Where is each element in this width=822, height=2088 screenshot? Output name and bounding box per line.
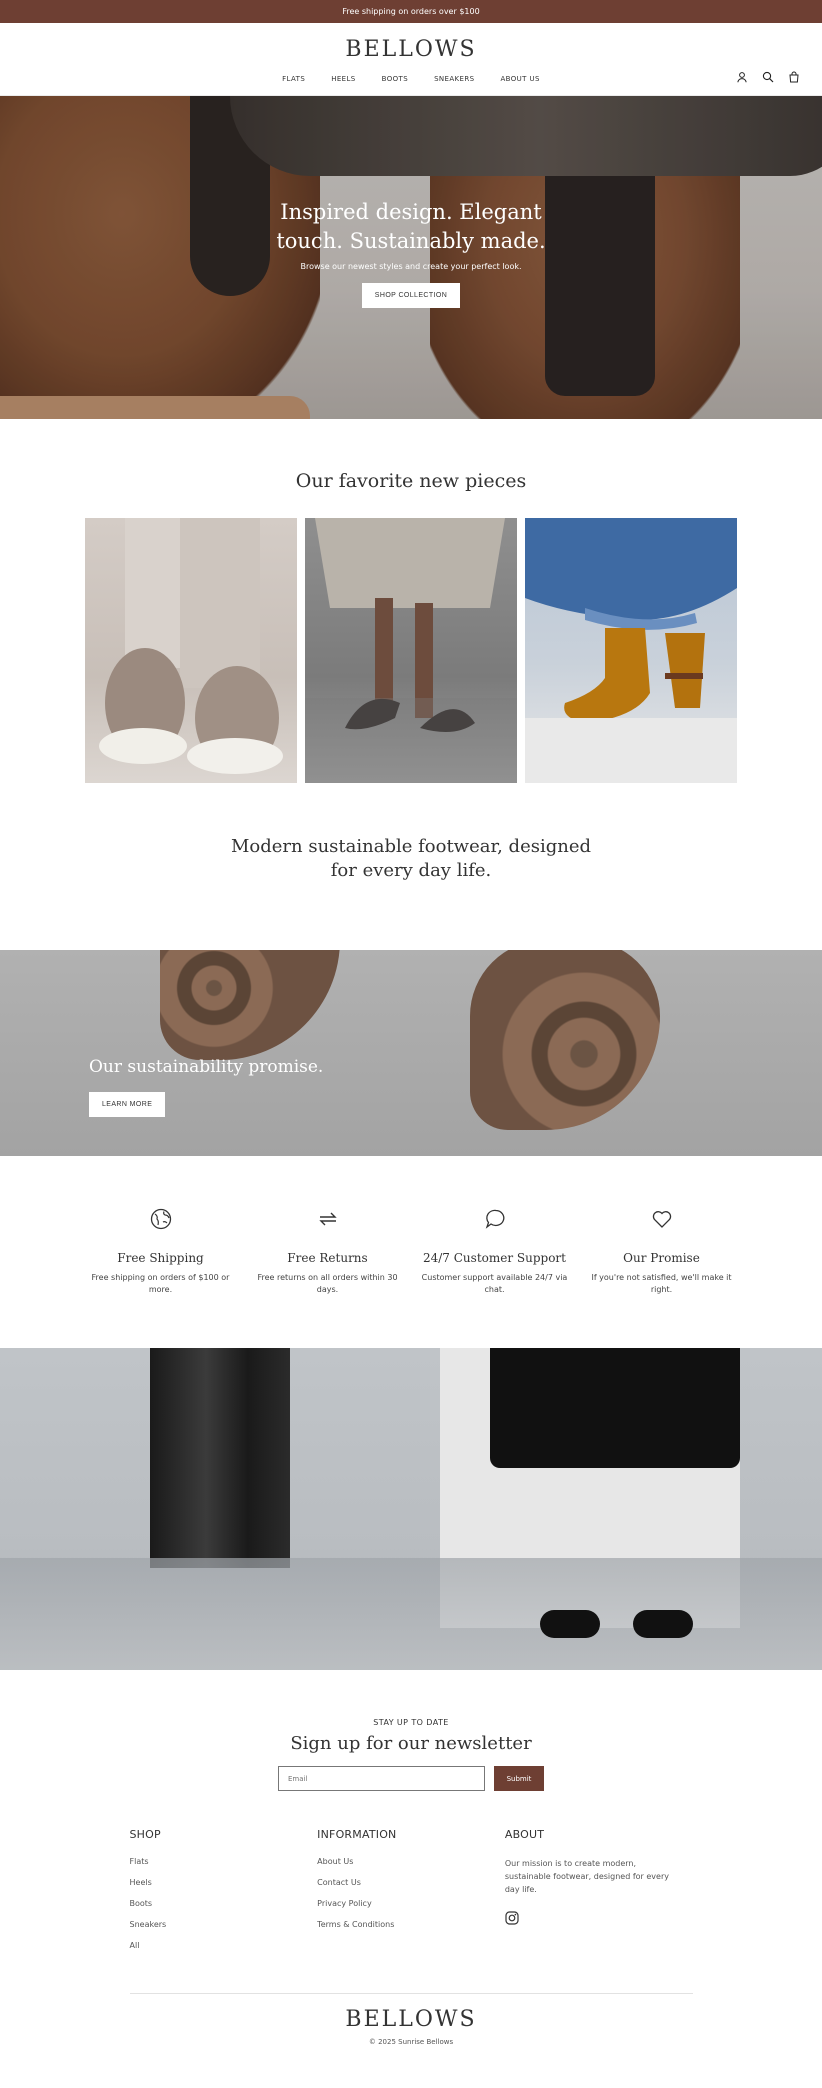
footer-link-sneakers[interactable]: Sneakers bbox=[130, 1920, 318, 1929]
features-section: Free Shipping Free shipping on orders of… bbox=[0, 1156, 822, 1348]
feature-free-returns: Free Returns Free returns on all orders … bbox=[244, 1208, 411, 1296]
footer-about-text: Our mission is to create modern, sustain… bbox=[504, 1859, 669, 1894]
chat-icon bbox=[411, 1208, 578, 1230]
hero-content: Inspired design. Elegant touch. Sustaina… bbox=[0, 198, 822, 308]
gallery-image-leather-pants bbox=[150, 1348, 290, 1568]
feature-title: Free Shipping bbox=[117, 1251, 204, 1265]
mission-section: Modern sustainable footwear, designed fo… bbox=[0, 783, 822, 950]
footer-link-privacy-policy[interactable]: Privacy Policy bbox=[317, 1899, 505, 1908]
feature-our-promise: Our Promise If you're not satisfied, we'… bbox=[578, 1208, 745, 1296]
returns-icon bbox=[244, 1208, 411, 1230]
footer-shop-heading: SHOP bbox=[129, 1828, 161, 1841]
footer-information-heading: INFORMATION bbox=[317, 1828, 397, 1841]
footer-information-column: INFORMATION About Us Contact Us Privacy … bbox=[317, 1828, 505, 1950]
hero-title-line-1: Inspired design. Elegant bbox=[280, 200, 542, 224]
banner-image-heel-left bbox=[160, 950, 340, 1060]
header-icons: 0 bbox=[736, 68, 804, 110]
hero-title-line-2: touch. Sustainably made. bbox=[276, 229, 546, 253]
feature-free-shipping: Free Shipping Free shipping on orders of… bbox=[77, 1208, 244, 1296]
footer-logo[interactable]: BELLOWS bbox=[130, 2007, 693, 2032]
nav-heels[interactable]: HEELS bbox=[331, 75, 355, 83]
hero-subtitle: Browse our newest styles and create your… bbox=[300, 262, 522, 271]
nav-flats[interactable]: FLATS bbox=[282, 75, 305, 83]
nav-about-us[interactable]: ABOUT US bbox=[500, 75, 539, 83]
gallery-image-skirt bbox=[490, 1348, 740, 1468]
footer-link-terms[interactable]: Terms & Conditions bbox=[317, 1920, 505, 1929]
footer-divider bbox=[129, 1993, 693, 1994]
footer-shop-column: SHOP Flats Heels Boots Sneakers All bbox=[130, 1828, 318, 1950]
site-footer: SHOP Flats Heels Boots Sneakers All INFO… bbox=[129, 1828, 693, 2088]
gallery-image-sandal-left bbox=[540, 1610, 600, 1638]
shop-collection-button[interactable]: SHOP COLLECTION bbox=[361, 283, 461, 308]
banner-title: Our sustainability promise. bbox=[89, 1057, 324, 1077]
footer-link-heels[interactable]: Heels bbox=[130, 1878, 318, 1887]
email-input[interactable] bbox=[278, 1766, 485, 1791]
favorites-title: Our favorite new pieces bbox=[295, 470, 527, 492]
copyright-text: © 2025 Sunrise Bellows bbox=[368, 2038, 454, 2046]
banner-content: Our sustainability promise. LEARN MORE bbox=[89, 1057, 323, 1117]
mission-statement: Modern sustainable footwear, designed fo… bbox=[0, 835, 822, 883]
newsletter-section: STAY UP TO DATE Sign up for our newslett… bbox=[0, 1670, 822, 1791]
main-nav: FLATS HEELS BOOTS SNEAKERS ABOUT US bbox=[0, 75, 822, 83]
mission-line-2: for every day life. bbox=[330, 860, 492, 881]
favorites-grid bbox=[0, 518, 822, 783]
product-card-sneakers[interactable] bbox=[85, 518, 297, 783]
feature-text: Free returns on all orders within 30 day… bbox=[257, 1273, 398, 1294]
newsletter-title: Sign up for our newsletter bbox=[290, 1733, 532, 1754]
banner-image-heel-right bbox=[470, 950, 660, 1130]
footer-about-column: ABOUT Our mission is to create modern, s… bbox=[505, 1828, 693, 1950]
cart-icon[interactable]: 0 bbox=[788, 68, 804, 110]
submit-button[interactable]: Submit bbox=[494, 1766, 544, 1791]
heart-icon bbox=[578, 1208, 745, 1230]
sustainability-banner: Our sustainability promise. LEARN MORE bbox=[0, 950, 822, 1156]
newsletter-form: Submit bbox=[0, 1766, 822, 1791]
hero-title: Inspired design. Elegant touch. Sustaina… bbox=[0, 198, 822, 256]
footer-link-about-us[interactable]: About Us bbox=[317, 1857, 505, 1866]
nav-boots[interactable]: BOOTS bbox=[382, 75, 408, 83]
feature-customer-support: 24/7 Customer Support Customer support a… bbox=[411, 1208, 578, 1296]
hero-banner: Inspired design. Elegant touch. Sustaina… bbox=[0, 96, 822, 419]
footer-link-boots[interactable]: Boots bbox=[130, 1899, 318, 1908]
feature-text: Customer support available 24/7 via chat… bbox=[421, 1273, 568, 1294]
footer-link-flats[interactable]: Flats bbox=[130, 1857, 318, 1866]
gallery-image-floor bbox=[0, 1558, 822, 1670]
footer-link-contact-us[interactable]: Contact Us bbox=[317, 1878, 505, 1887]
feature-text: If you're not satisfied, we'll make it r… bbox=[591, 1273, 732, 1294]
product-card-heels[interactable] bbox=[305, 518, 517, 783]
nav-sneakers[interactable]: SNEAKERS bbox=[434, 75, 474, 83]
lifestyle-image-banner bbox=[0, 1348, 822, 1670]
instagram-icon[interactable] bbox=[505, 1910, 519, 1925]
announcement-text: Free shipping on orders over $100 bbox=[342, 7, 480, 16]
feature-title: Our Promise bbox=[623, 1251, 700, 1265]
search-icon[interactable] bbox=[762, 68, 774, 83]
gallery-image-sandal-right bbox=[633, 1610, 693, 1638]
announcement-bar: Free shipping on orders over $100 bbox=[0, 0, 822, 23]
site-logo[interactable]: BELLOWS bbox=[0, 37, 822, 62]
feature-title: Free Returns bbox=[287, 1251, 368, 1265]
feature-text: Free shipping on orders of $100 or more. bbox=[91, 1273, 230, 1294]
product-card-boots[interactable] bbox=[525, 518, 737, 783]
account-icon[interactable] bbox=[736, 68, 748, 83]
footer-link-all[interactable]: All bbox=[130, 1941, 318, 1950]
footer-about-heading: ABOUT bbox=[504, 1828, 545, 1841]
newsletter-eyebrow: STAY UP TO DATE bbox=[373, 1718, 449, 1727]
globe-icon bbox=[77, 1208, 244, 1230]
favorites-section: Our favorite new pieces bbox=[0, 419, 822, 783]
site-header: BELLOWS FLATS HEELS BOOTS SNEAKERS ABOUT… bbox=[0, 23, 822, 110]
mission-line-1: Modern sustainable footwear, designed bbox=[230, 836, 592, 857]
feature-title: 24/7 Customer Support bbox=[422, 1251, 566, 1265]
learn-more-button[interactable]: LEARN MORE bbox=[89, 1092, 166, 1117]
footer-columns: SHOP Flats Heels Boots Sneakers All INFO… bbox=[130, 1828, 693, 1950]
